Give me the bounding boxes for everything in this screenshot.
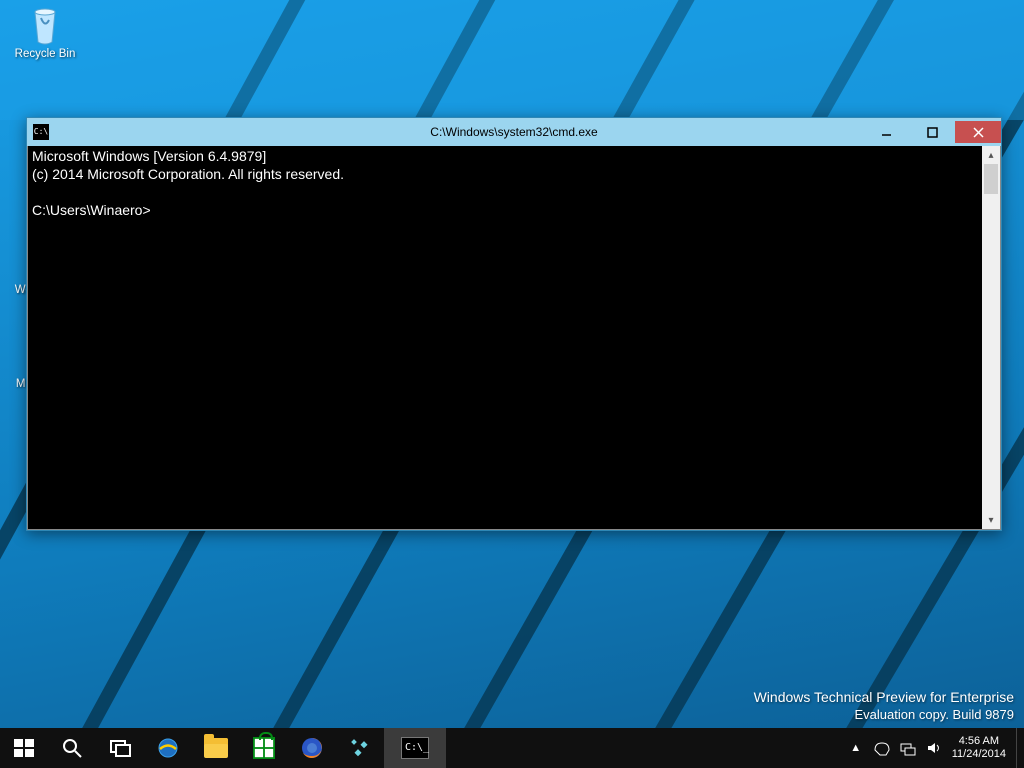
taskbar[interactable]: C:\_ ▲ 4:56 AM 11/24/2014 [0, 728, 1024, 768]
windows-logo-icon [12, 736, 36, 760]
console-line1: Microsoft Windows [Version 6.4.9879] [32, 148, 266, 164]
recycle-bin-label: Recycle Bin [8, 48, 82, 61]
firefox-button[interactable] [288, 728, 336, 768]
watermark-line1: Windows Technical Preview for Enterprise [754, 688, 1014, 706]
start-button[interactable] [0, 728, 48, 768]
scroll-up-arrow-icon[interactable]: ▴ [982, 146, 1000, 164]
store-icon [253, 737, 275, 759]
recycle-bin-icon[interactable]: Recycle Bin [8, 6, 82, 61]
store-button[interactable] [240, 728, 288, 768]
vertical-scrollbar[interactable]: ▴ ▾ [982, 146, 1000, 529]
cmd-taskbar-icon: C:\_ [401, 737, 429, 759]
trash-icon [25, 6, 65, 46]
search-icon [60, 736, 84, 760]
chevron-up-icon: ▲ [850, 742, 861, 754]
network-icon[interactable] [900, 740, 916, 756]
personalization-button[interactable] [336, 728, 384, 768]
system-tray[interactable]: ▲ 4:56 AM 11/24/2014 [842, 728, 1016, 768]
tray-overflow-button[interactable]: ▲ [848, 740, 864, 756]
window-title: C:\Windows\system32\cmd.exe [27, 125, 1001, 139]
console-frame: Microsoft Windows [Version 6.4.9879] (c)… [27, 146, 1001, 530]
desktop[interactable]: Recycle Bin Welcome to Tech N Microsoft … [0, 0, 1024, 768]
file-explorer-button[interactable] [192, 728, 240, 768]
taskbar-clock[interactable]: 4:56 AM 11/24/2014 [952, 735, 1006, 761]
action-center-icon[interactable] [874, 740, 890, 756]
titlebar[interactable]: C:\Windows\system32\cmd.exe [27, 118, 1001, 146]
console-line2: (c) 2014 Microsoft Corporation. All righ… [32, 166, 344, 182]
scroll-thumb[interactable] [984, 164, 998, 194]
firefox-icon [300, 736, 324, 760]
show-desktop-button[interactable] [1016, 728, 1024, 768]
search-button[interactable] [48, 728, 96, 768]
console-prompt: C:\Users\Winaero> [32, 202, 151, 218]
scroll-down-arrow-icon[interactable]: ▾ [982, 511, 1000, 529]
folder-icon [204, 738, 228, 758]
cmd-window[interactable]: C:\Windows\system32\cmd.exe Microsoft Wi… [26, 117, 1002, 531]
watermark-line2: Evaluation copy. Build 9879 [754, 706, 1014, 724]
scroll-track[interactable] [982, 164, 1000, 511]
console-output[interactable]: Microsoft Windows [Version 6.4.9879] (c)… [28, 146, 982, 529]
cmd-taskbar-button[interactable]: C:\_ [384, 728, 446, 768]
clock-date: 11/24/2014 [952, 748, 1006, 761]
ie-button[interactable] [144, 728, 192, 768]
windows-watermark: Windows Technical Preview for Enterprise… [754, 688, 1014, 724]
clock-time: 4:56 AM [952, 735, 1006, 748]
task-view-button[interactable] [96, 728, 144, 768]
task-view-icon [108, 736, 132, 760]
ie-icon [156, 736, 180, 760]
volume-icon[interactable] [926, 740, 942, 756]
sparkle-icon [348, 736, 372, 760]
